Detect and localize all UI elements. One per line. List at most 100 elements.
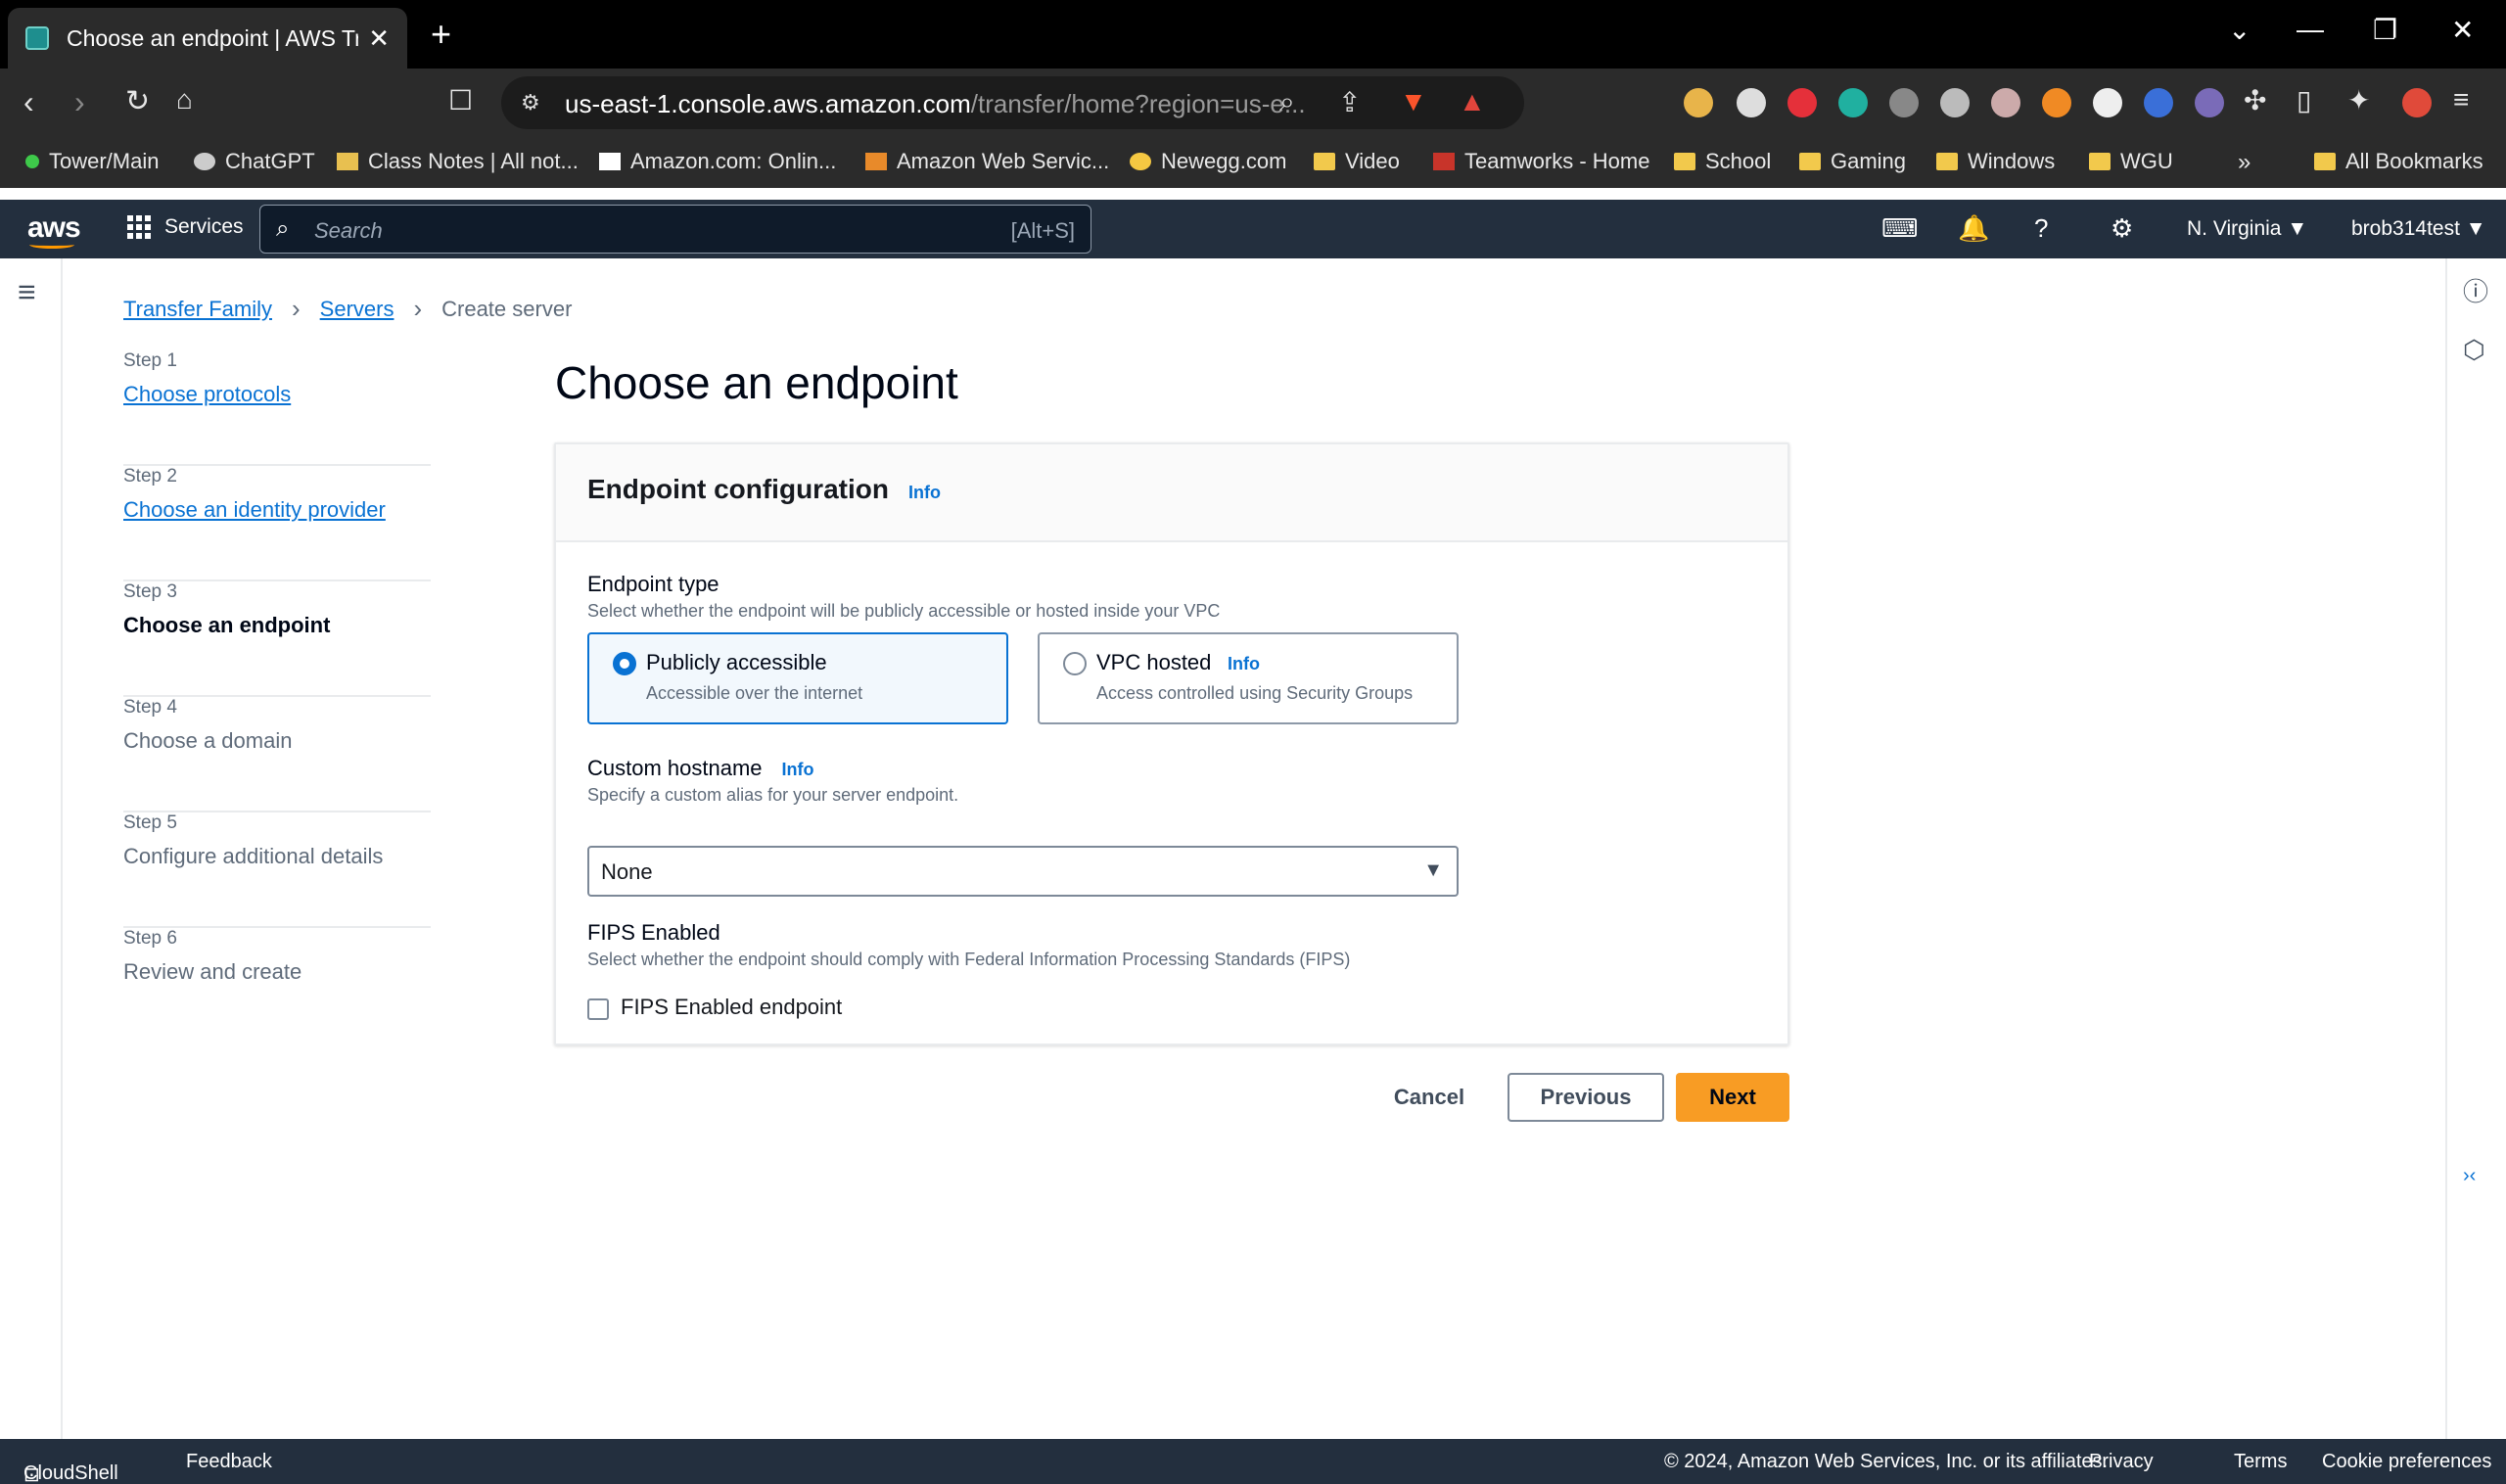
grammarly-icon[interactable] <box>1889 88 1919 117</box>
aws-logo[interactable]: aws <box>27 211 81 249</box>
wizard-step: Step 4 Choose a domain <box>123 697 431 812</box>
back-icon[interactable]: ‹ <box>23 84 34 120</box>
bookmark-folder[interactable]: School <box>1674 149 1771 174</box>
info-link[interactable]: Info <box>782 760 814 779</box>
profile-icon[interactable] <box>2402 88 2432 117</box>
q-assistant-icon[interactable]: ⬡ <box>2463 335 2485 365</box>
forward-icon[interactable]: › <box>74 84 85 120</box>
bookmark-icon[interactable]: ☐ <box>448 84 473 116</box>
radio-label: Publicly accessible <box>646 650 827 674</box>
aws-smile-icon <box>29 241 74 249</box>
bookmark-item[interactable]: Teamworks - Home <box>1433 149 1649 174</box>
step-number: Step 4 <box>123 697 177 718</box>
region-selector[interactable]: N. Virginia ▼ <box>2187 217 2307 241</box>
sidebar-icon[interactable]: ▯ <box>2297 84 2311 116</box>
new-tab-icon[interactable]: + <box>431 14 451 55</box>
share-icon[interactable]: ⇪ <box>1338 86 1361 118</box>
browser-toolbar: ‹ › ↻ ⌂ ☐ ⚙ us-east-1.console.aws.amazon… <box>0 69 2506 137</box>
radio-button[interactable] <box>1063 652 1087 675</box>
custom-hostname-select[interactable]: None ▼ <box>587 846 1459 897</box>
menu-icon[interactable]: ≡ <box>2453 84 2469 116</box>
help-icon[interactable]: ? <box>2034 213 2048 244</box>
extension-icon[interactable] <box>1838 88 1868 117</box>
settings-gear-icon[interactable]: ⚙ <box>2111 213 2133 244</box>
radio-publicly-accessible[interactable]: Publicly accessible Accessible over the … <box>587 632 1008 724</box>
adblock-extension-icon[interactable] <box>1787 88 1817 117</box>
fips-checkbox-label[interactable]: FIPS Enabled endpoint <box>621 995 842 1020</box>
bookmark-item[interactable]: Tower/Main <box>25 149 159 174</box>
reload-icon[interactable]: ↻ <box>125 84 150 118</box>
address-bar[interactable]: ⚙ us-east-1.console.aws.amazon.com/trans… <box>501 76 1524 129</box>
extension-icon[interactable] <box>1684 88 1713 117</box>
restore-icon[interactable]: ❐ <box>2373 14 2397 46</box>
right-rail: ⓘ ⬡ ›‹ <box>2445 258 2506 1439</box>
tab-title: Choose an endpoint | AWS Tran <box>67 24 359 51</box>
extension-icon[interactable] <box>2042 88 2071 117</box>
cloud-extension-icon[interactable] <box>1940 88 1970 117</box>
copyright-text: © 2024, Amazon Web Services, Inc. or its… <box>1664 1451 2109 1472</box>
fips-checkbox[interactable] <box>587 998 609 1020</box>
extension-icon[interactable] <box>2093 88 2122 117</box>
extension-icon[interactable] <box>1991 88 2020 117</box>
bookmark-folder[interactable]: Gaming <box>1799 149 1906 174</box>
info-link[interactable]: Info <box>908 483 941 503</box>
feedback-link[interactable]: Feedback <box>186 1451 272 1473</box>
mail-extension-icon[interactable] <box>1737 88 1766 117</box>
radio-vpc-hosted[interactable]: VPC hosted Info Access controlled using … <box>1038 632 1459 724</box>
tab-close-icon[interactable]: ✕ <box>368 23 390 54</box>
step-link-choose-protocols[interactable]: Choose protocols <box>123 382 431 407</box>
caret-down-icon: ▼ <box>1423 859 1443 881</box>
window-close-icon[interactable]: ✕ <box>2451 14 2474 46</box>
console-main: ≡ Transfer Family › Servers › Create ser… <box>0 258 2506 1439</box>
home-icon[interactable]: ⌂ <box>176 84 193 116</box>
hamburger-menu-icon[interactable]: ≡ <box>18 274 36 310</box>
aws-search-input[interactable]: ⌕ Search [Alt+S] <box>259 205 1091 254</box>
wizard-step: Step 1 Choose protocols <box>123 350 431 466</box>
bookmark-folder[interactable]: Video <box>1314 149 1400 174</box>
cloudshell-icon[interactable]: ⌨ <box>1881 213 1919 244</box>
leo-ai-icon[interactable]: ✦ <box>2347 84 2370 116</box>
bookmark-item[interactable]: Amazon.com: Onlin... <box>599 149 836 174</box>
terms-link[interactable]: Terms <box>2234 1451 2287 1473</box>
breadcrumb-servers[interactable]: Servers <box>320 297 394 322</box>
previous-button[interactable]: Previous <box>1508 1073 1664 1122</box>
tab-search-icon[interactable]: ⌄ <box>2228 14 2251 46</box>
step-number: Step 3 <box>123 581 177 602</box>
bookmark-item[interactable]: ChatGPT <box>194 149 315 174</box>
all-bookmarks-folder[interactable]: All Bookmarks <box>2314 149 2483 174</box>
bookmark-folder[interactable]: Windows <box>1936 149 2055 174</box>
bookmark-item[interactable]: Newegg.com <box>1130 149 1286 174</box>
breadcrumb-transfer-family[interactable]: Transfer Family <box>123 297 272 322</box>
info-link[interactable]: Info <box>1228 654 1260 674</box>
next-button[interactable]: Next <box>1676 1073 1789 1122</box>
services-menu[interactable]: Services <box>127 215 244 239</box>
brave-shield-icon[interactable]: ▼ <box>1400 86 1427 117</box>
browser-tab[interactable]: Choose an endpoint | AWS Tran ✕ <box>8 8 407 69</box>
fips-desc: Select whether the endpoint should compl… <box>587 950 1351 969</box>
extension-icon[interactable] <box>2195 88 2224 117</box>
extensions-puzzle-icon[interactable]: ✣ <box>2244 84 2266 116</box>
notifications-bell-icon[interactable]: 🔔 <box>1958 213 1989 244</box>
step-number: Step 2 <box>123 466 177 487</box>
minimize-icon[interactable]: — <box>2297 14 2324 45</box>
radio-button[interactable] <box>613 652 636 675</box>
step-label: Review and create <box>123 959 302 984</box>
site-settings-icon[interactable]: ⚙ <box>521 90 540 116</box>
translate-icon[interactable] <box>2144 88 2173 117</box>
bookmark-item[interactable]: Amazon Web Servic... <box>865 149 1109 174</box>
card-header: Endpoint configuration Info <box>556 444 1787 542</box>
bookmark-item[interactable]: Class Notes | All not... <box>337 149 579 174</box>
more-bookmarks-icon[interactable]: » <box>2238 149 2251 176</box>
account-menu[interactable]: brob314test ▼ <box>2351 217 2486 241</box>
privacy-link[interactable]: Privacy <box>2089 1451 2154 1473</box>
brave-rewards-icon[interactable]: ▲ <box>1459 86 1486 117</box>
wizard-step: Step 2 Choose an identity provider <box>123 466 431 581</box>
step-link-identity-provider[interactable]: Choose an identity provider <box>123 497 431 523</box>
search-shortcut: [Alt+S] <box>1010 218 1075 243</box>
info-panel-icon[interactable]: ⓘ <box>2463 272 2488 308</box>
cookie-preferences-link[interactable]: Cookie preferences <box>2322 1451 2491 1473</box>
cancel-button[interactable]: Cancel <box>1370 1073 1488 1122</box>
collapse-icon[interactable]: ›‹ <box>2463 1165 2476 1187</box>
bookmark-folder[interactable]: WGU <box>2089 149 2173 174</box>
zoom-icon[interactable]: ⌕ <box>1279 86 1295 118</box>
